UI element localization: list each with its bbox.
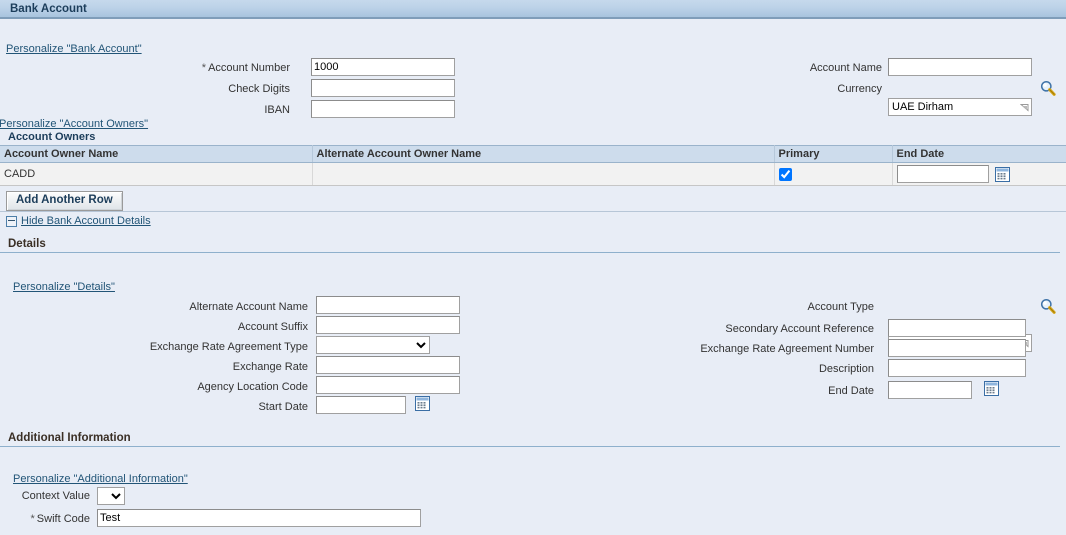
context-value-select[interactable] bbox=[97, 487, 125, 505]
account-owners-table-wrap: Account Owner Name Alternate Account Own… bbox=[0, 145, 1066, 186]
column-header-primary: Primary bbox=[774, 145, 893, 163]
cell-primary bbox=[774, 162, 893, 186]
cell-alternate-account-owner-name bbox=[312, 162, 775, 186]
personalize-additional-information-link[interactable]: Personalize "Additional Information" bbox=[13, 473, 188, 485]
account-type-label: Account Type bbox=[807, 301, 874, 313]
primary-checkbox[interactable] bbox=[778, 167, 792, 181]
currency-value: UAE Dirham bbox=[892, 101, 954, 113]
additional-information-heading: Additional Information bbox=[0, 432, 1060, 447]
page-title: Bank Account bbox=[10, 2, 87, 15]
start-date-input[interactable] bbox=[316, 396, 406, 414]
exchange-rate-agreement-type-label: Exchange Rate Agreement Type bbox=[149, 341, 308, 353]
secondary-account-reference-label: Secondary Account Reference bbox=[725, 323, 874, 335]
owner-end-date-input[interactable] bbox=[896, 165, 989, 183]
start-date-calendar-icon[interactable] bbox=[415, 396, 430, 411]
check-digits-label: Check Digits bbox=[228, 83, 290, 95]
page-header: Bank Account bbox=[0, 0, 1066, 19]
hide-bank-account-details-link[interactable]: Hide Bank Account Details bbox=[21, 215, 151, 227]
account-suffix-input[interactable] bbox=[316, 316, 460, 334]
start-date-label: Start Date bbox=[258, 401, 308, 413]
description-input[interactable] bbox=[888, 359, 1026, 377]
agency-location-code-label: Agency Location Code bbox=[197, 381, 308, 393]
details-end-date-calendar-icon[interactable] bbox=[984, 381, 999, 396]
personalize-account-owners-link[interactable]: Personalize "Account Owners" bbox=[0, 118, 148, 130]
details-end-date-label: End Date bbox=[828, 385, 874, 397]
currency-label: Currency bbox=[837, 83, 882, 95]
column-header-account-owner-name: Account Owner Name bbox=[0, 145, 313, 163]
iban-input[interactable] bbox=[311, 100, 455, 118]
required-indicator: * bbox=[201, 62, 207, 74]
hide-bank-account-details-toggle[interactable]: Hide Bank Account Details bbox=[6, 215, 151, 227]
divider bbox=[0, 211, 1066, 212]
cell-account-owner-name: CADD bbox=[0, 162, 313, 186]
details-heading: Details bbox=[0, 238, 1060, 253]
alternate-account-name-label: Alternate Account Name bbox=[189, 301, 308, 313]
exchange-rate-agreement-number-label: Exchange Rate Agreement Number bbox=[700, 343, 874, 355]
alternate-account-name-input[interactable] bbox=[316, 296, 460, 314]
account-suffix-label: Account Suffix bbox=[237, 321, 308, 333]
exchange-rate-agreement-number-input[interactable] bbox=[888, 339, 1026, 357]
currency-search-icon[interactable] bbox=[1040, 80, 1056, 96]
account-number-label: * Account Number bbox=[201, 62, 290, 74]
secondary-account-reference-input[interactable] bbox=[888, 319, 1026, 337]
table-actions-band bbox=[0, 188, 1066, 212]
table-header-row: Account Owner Name Alternate Account Own… bbox=[0, 145, 1066, 163]
account-name-input[interactable] bbox=[888, 58, 1032, 76]
swift-code-label: * Swift Code bbox=[30, 513, 90, 525]
minus-box-icon[interactable] bbox=[6, 215, 17, 227]
table-row: CADD bbox=[0, 162, 1066, 186]
currency-lov[interactable]: UAE Dirham bbox=[888, 98, 1032, 116]
account-owners-caption: Account Owners bbox=[0, 131, 1066, 144]
account-owners-table: Account Owner Name Alternate Account Own… bbox=[0, 145, 1066, 186]
details-end-date-input[interactable] bbox=[888, 381, 972, 399]
chevron-down-icon bbox=[1020, 103, 1029, 112]
check-digits-input[interactable] bbox=[311, 79, 455, 97]
description-label: Description bbox=[818, 363, 874, 375]
column-header-end-date: End Date bbox=[892, 145, 1066, 163]
personalize-bank-account-link[interactable]: Personalize "Bank Account" bbox=[6, 43, 142, 55]
iban-label: IBAN bbox=[264, 104, 290, 116]
cell-end-date bbox=[892, 162, 1066, 186]
context-value-label: Context Value bbox=[21, 490, 90, 502]
account-name-label: Account Name bbox=[809, 62, 882, 74]
agency-location-code-input[interactable] bbox=[316, 376, 460, 394]
calendar-icon[interactable] bbox=[994, 166, 1010, 182]
account-type-search-icon[interactable] bbox=[1040, 298, 1056, 314]
exchange-rate-agreement-type-select[interactable] bbox=[316, 336, 430, 354]
exchange-rate-input[interactable] bbox=[316, 356, 460, 374]
exchange-rate-label: Exchange Rate bbox=[232, 361, 308, 373]
required-indicator: * bbox=[30, 513, 35, 525]
personalize-details-link[interactable]: Personalize "Details" bbox=[13, 281, 115, 293]
swift-code-input[interactable] bbox=[97, 509, 421, 527]
column-header-alternate-account-owner-name: Alternate Account Owner Name bbox=[312, 145, 775, 163]
add-another-row-button[interactable]: Add Another Row bbox=[6, 191, 123, 211]
account-number-input[interactable] bbox=[311, 58, 455, 76]
